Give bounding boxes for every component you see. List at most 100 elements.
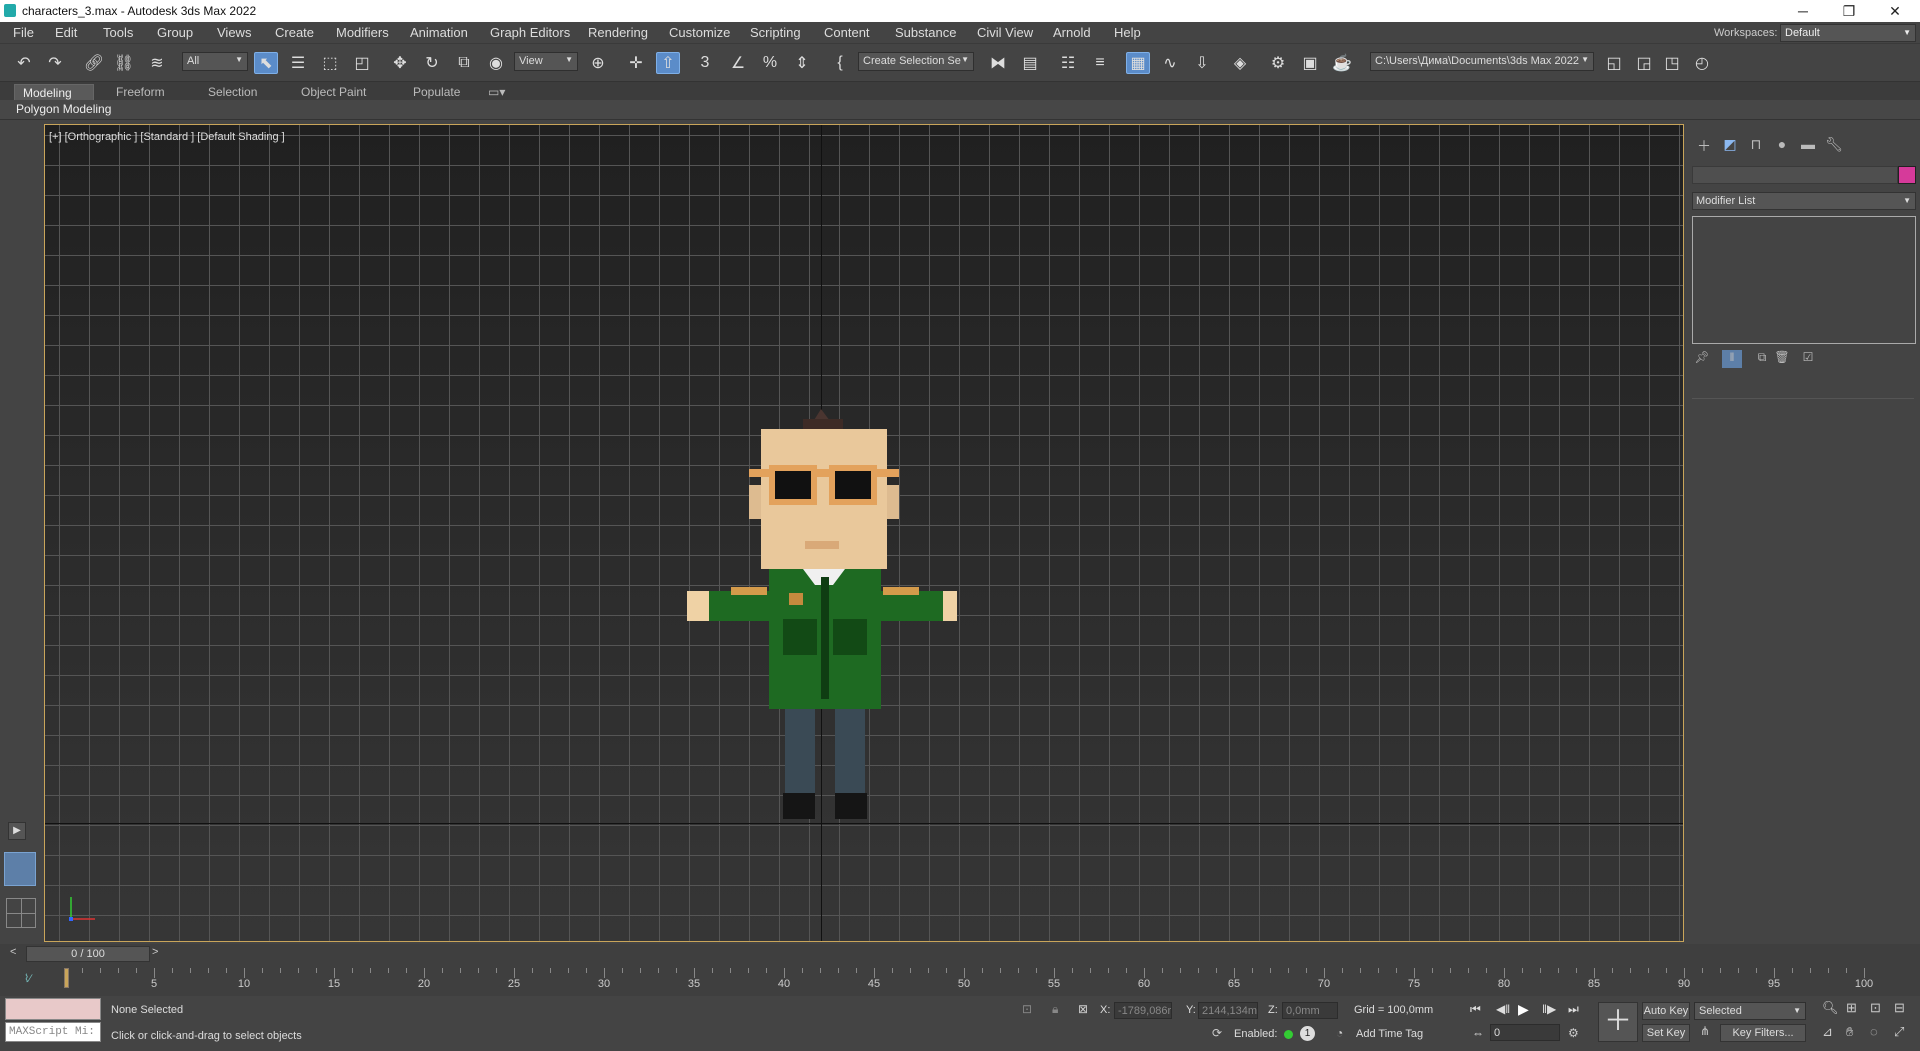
select-manipulate-icon[interactable]: ✛ bbox=[624, 52, 648, 74]
modifier-stack[interactable] bbox=[1692, 216, 1916, 344]
show-end-result-icon[interactable]: ‖ bbox=[1722, 350, 1742, 368]
x-coordinate-field[interactable]: -1789,086r bbox=[1114, 1002, 1172, 1019]
go-to-end-icon[interactable]: ⏭ bbox=[1568, 1002, 1579, 1017]
y-coordinate-field[interactable]: 2144,134m bbox=[1198, 1002, 1258, 1019]
menu-views[interactable]: Views bbox=[217, 25, 251, 40]
tab-populate[interactable]: Populate bbox=[405, 84, 468, 101]
adaptive-degradation-icon[interactable]: ⟳ bbox=[1212, 1026, 1222, 1040]
set-key-plus-icon[interactable]: ＋ bbox=[1598, 1002, 1638, 1042]
pin-stack-icon[interactable]: 📌︎ bbox=[1692, 350, 1712, 368]
reference-coordinate-dropdown[interactable]: View ▼ bbox=[514, 52, 578, 71]
move-icon[interactable]: ✥ bbox=[388, 52, 412, 74]
menu-tools[interactable]: Tools bbox=[103, 25, 133, 40]
utilities-tab-icon[interactable]: 🔧︎ bbox=[1824, 136, 1844, 154]
workspace-dropdown[interactable]: Default ▼ bbox=[1780, 24, 1916, 42]
open-file-icon[interactable]: ◴ bbox=[1690, 52, 1714, 74]
project-folder-icon[interactable]: ◲ bbox=[1632, 52, 1656, 74]
time-configuration-icon[interactable]: ⚙ bbox=[1568, 1026, 1579, 1040]
select-by-name-icon[interactable]: ☰ bbox=[286, 52, 310, 74]
material-editor-icon[interactable]: ◈ bbox=[1228, 52, 1252, 74]
selection-lock-icon[interactable]: 🔒︎ bbox=[1052, 1002, 1058, 1017]
info-icon[interactable]: 1 bbox=[1300, 1026, 1315, 1041]
spinner-snap-icon[interactable]: ⇕ bbox=[790, 52, 814, 74]
pan-icon[interactable]: ✋︎ bbox=[1846, 1024, 1853, 1040]
motion-tab-icon[interactable]: ● bbox=[1772, 136, 1792, 154]
minimize-button[interactable]: ─ bbox=[1780, 0, 1826, 22]
make-unique-icon[interactable]: ⧉ bbox=[1752, 350, 1772, 368]
link-icon[interactable]: 🔗︎ bbox=[82, 52, 106, 74]
current-frame-field[interactable]: 0 bbox=[1490, 1024, 1560, 1041]
edit-named-selection-icon[interactable]: { bbox=[828, 52, 852, 74]
play-icon[interactable]: ▶ bbox=[1518, 1001, 1529, 1018]
render-setup-icon[interactable]: ⚙ bbox=[1266, 52, 1290, 74]
menu-graph-editors[interactable]: Graph Editors bbox=[490, 25, 570, 40]
key-mode-dropdown[interactable]: Selected ▼ bbox=[1694, 1002, 1806, 1020]
tab-modeling[interactable]: Modeling bbox=[14, 84, 94, 101]
zoom-all-icon[interactable]: ⊞ bbox=[1846, 1000, 1857, 1016]
expand-arrow-icon[interactable]: ▶ bbox=[8, 822, 26, 840]
menu-rendering[interactable]: Rendering bbox=[588, 25, 648, 40]
field-of-view-icon[interactable]: ⊿ bbox=[1822, 1024, 1833, 1040]
character-model[interactable] bbox=[687, 399, 957, 819]
pivot-center-icon[interactable]: ⊕ bbox=[586, 52, 610, 74]
menu-modifiers[interactable]: Modifiers bbox=[336, 25, 389, 40]
tab-selection[interactable]: Selection bbox=[200, 84, 265, 101]
z-coordinate-field[interactable]: 0,0mm bbox=[1282, 1002, 1338, 1019]
add-time-tag[interactable]: Add Time Tag bbox=[1356, 1028, 1423, 1040]
ribbon-options-icon[interactable]: ▭▾ bbox=[480, 84, 513, 101]
maxscript-listener[interactable] bbox=[5, 998, 101, 1020]
place-icon[interactable]: ◉ bbox=[484, 52, 508, 74]
current-frame-marker[interactable] bbox=[64, 968, 69, 988]
menu-scripting[interactable]: Scripting bbox=[750, 25, 801, 40]
set-key-button[interactable]: Set Key bbox=[1642, 1024, 1690, 1042]
isolate-selection-icon[interactable]: ⊡ bbox=[1022, 1002, 1032, 1016]
time-tag-icon[interactable]: ◔ bbox=[1336, 1026, 1343, 1040]
menu-file[interactable]: File bbox=[13, 25, 34, 40]
object-color-swatch[interactable] bbox=[1898, 166, 1916, 184]
previous-frame-icon[interactable]: ◀‖ bbox=[1496, 1002, 1510, 1016]
next-frame-arrow-icon[interactable]: > bbox=[152, 946, 166, 962]
close-button[interactable]: ✕ bbox=[1872, 0, 1918, 22]
orbit-icon[interactable]: ◌ bbox=[1870, 1024, 1878, 1039]
next-frame-icon[interactable]: ‖▶ bbox=[1542, 1002, 1556, 1016]
rotate-icon[interactable]: ↻ bbox=[420, 52, 444, 74]
track-bar[interactable]: 5 10 15 20 25 30 35 40 45 50 55 60 65 70 75 80 85 90 95 100 bbox=[64, 968, 1873, 990]
create-tab-icon[interactable]: ＋ bbox=[1694, 136, 1714, 154]
maximize-viewport-icon[interactable]: ⤢ bbox=[1894, 1024, 1904, 1040]
viewport-layout-quad-icon[interactable] bbox=[6, 898, 36, 928]
open-explorer-icon[interactable]: ◱ bbox=[1602, 52, 1626, 74]
zoom-icon[interactable]: 🔍︎ bbox=[1822, 1000, 1839, 1016]
rendered-frame-window-icon[interactable]: ▣ bbox=[1298, 52, 1322, 74]
snaps-toggle-icon[interactable]: 3 bbox=[693, 52, 717, 74]
zoom-extents-icon[interactable]: ⊡ bbox=[1870, 1000, 1881, 1016]
menu-content[interactable]: Content bbox=[824, 25, 870, 40]
rectangular-selection-icon[interactable]: ⬚ bbox=[318, 52, 342, 74]
scale-icon[interactable]: ⧉ bbox=[452, 52, 476, 74]
render-production-icon[interactable]: ☕ bbox=[1330, 52, 1354, 74]
selection-filter-dropdown[interactable]: All ▼ bbox=[182, 52, 248, 71]
time-slider[interactable]: 0 / 100 bbox=[26, 946, 150, 962]
configure-modifier-sets-icon[interactable]: ☑ bbox=[1798, 350, 1818, 368]
remove-modifier-icon[interactable]: 🗑︎ bbox=[1772, 350, 1792, 368]
prev-frame-arrow-icon[interactable]: < bbox=[10, 946, 24, 962]
percent-snap-icon[interactable]: % bbox=[758, 52, 782, 74]
menu-animation[interactable]: Animation bbox=[410, 25, 468, 40]
scene-explorer-icon[interactable]: ☷ bbox=[1056, 52, 1080, 74]
menu-arnold[interactable]: Arnold bbox=[1053, 25, 1091, 40]
menu-customize[interactable]: Customize bbox=[669, 25, 730, 40]
redo-icon[interactable]: ↷ bbox=[43, 52, 67, 74]
modifier-list-dropdown[interactable]: Modifier List ▼ bbox=[1692, 192, 1916, 210]
menu-edit[interactable]: Edit bbox=[55, 25, 77, 40]
bind-space-warp-icon[interactable]: ≋ bbox=[145, 52, 169, 74]
zoom-extents-all-icon[interactable]: ⊟ bbox=[1894, 1000, 1905, 1016]
polygon-modeling-label[interactable]: Polygon Modeling bbox=[16, 102, 111, 116]
restore-button[interactable]: ❐ bbox=[1826, 0, 1872, 22]
project-folder-dropdown[interactable]: C:\Users\Дима\Documents\3ds Max 2022 ▼ bbox=[1370, 52, 1594, 71]
key-mode-toggle-icon[interactable]: ⇔ bbox=[1472, 1026, 1484, 1040]
schematic-view-icon[interactable]: ⇩ bbox=[1190, 52, 1214, 74]
viewport-orthographic[interactable]: [+] [Orthographic ] [Standard ] [Default… bbox=[44, 124, 1684, 942]
menu-civil-view[interactable]: Civil View bbox=[977, 25, 1033, 40]
curve-editor-icon[interactable]: ∿ bbox=[1158, 52, 1182, 74]
layer-explorer-icon[interactable]: ≡ bbox=[1088, 52, 1112, 74]
go-to-start-icon[interactable]: ⏮ bbox=[1470, 1002, 1481, 1017]
